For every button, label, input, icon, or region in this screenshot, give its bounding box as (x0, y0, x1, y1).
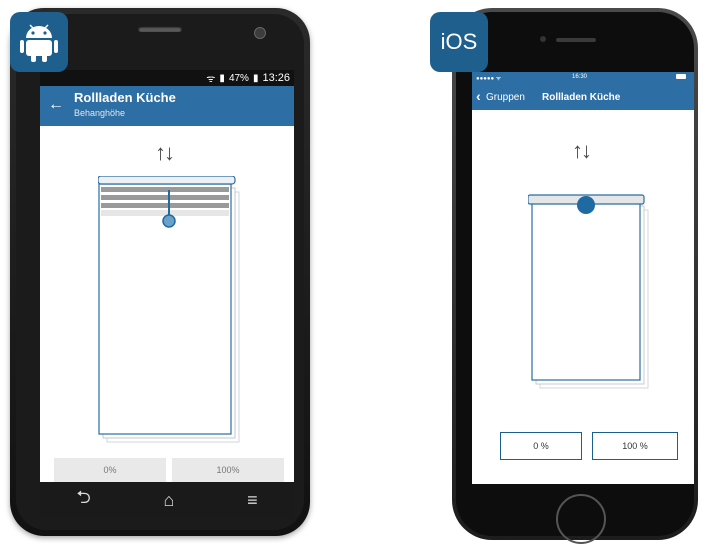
home-icon[interactable]: ⌂ (164, 490, 175, 511)
menu-icon[interactable]: ≡ (247, 490, 258, 511)
signal-icon: ▮ (219, 72, 225, 84)
zero-percent-button[interactable]: 0% (54, 458, 166, 482)
hundred-percent-button[interactable]: 100% (172, 458, 284, 482)
up-down-arrows-icon: ↑↓ (572, 138, 592, 163)
android-speaker (138, 26, 182, 32)
status-time: 13:26 (262, 72, 290, 84)
battery-percent: 47% (228, 72, 249, 84)
status-time: 16:30 (572, 74, 588, 80)
android-badge (10, 12, 68, 72)
shutter-slat (101, 210, 229, 216)
battery-icon: ▮ (252, 72, 259, 84)
page-title: Rollladen Küche (74, 90, 176, 105)
shutter-widget[interactable] (528, 192, 654, 390)
iphone-home-button[interactable] (556, 494, 606, 544)
shutter-slat (101, 195, 229, 200)
zero-percent-button[interactable]: 0 % (500, 432, 582, 460)
shutter-widget[interactable] (98, 176, 244, 446)
hundred-percent-button[interactable]: 100 % (592, 432, 678, 460)
shutter-slat (101, 203, 229, 208)
page-title: Rollladen Küche (542, 92, 621, 103)
android-status-bar: ᯤ ▮ 47% ▮ 13:26 (40, 70, 294, 86)
shutter-slat (101, 187, 229, 192)
ios-badge: iOS (430, 12, 488, 72)
page-subtitle: Behanghöhe (74, 108, 126, 118)
shutter-knob (162, 214, 176, 228)
ios-nav-bar: ‹ Gruppen Rollladen Küche (472, 84, 694, 110)
iphone-camera (540, 36, 546, 42)
up-down-arrows-icon: ↑↓ (155, 140, 175, 165)
back-arrow-icon[interactable]: ← (48, 96, 64, 114)
android-nav-bar: ⮌ ⌂ ≡ (40, 482, 294, 518)
wifi-icon: ᯤ (206, 74, 216, 85)
shutter-knob (577, 196, 595, 214)
ios-status-bar: ●●●●● ᯤ 16:30 (472, 72, 694, 84)
android-screen: ᯤ ▮ 47% ▮ 13:26 ← Rollladen Küche Behang… (40, 70, 294, 518)
ios-screen: ●●●●● ᯤ 16:30 ‹ Gruppen Rollladen Küche … (472, 72, 694, 484)
iphone-speaker (556, 38, 596, 42)
back-button-gruppen[interactable]: Gruppen (486, 92, 525, 103)
battery-icon (676, 74, 686, 79)
android-robot-icon (20, 24, 58, 62)
back-icon[interactable]: ⮌ (76, 485, 90, 515)
carrier-signal: ●●●●● ᯤ (476, 76, 502, 82)
chevron-left-icon[interactable]: ‹ (476, 88, 481, 104)
android-app-bar: ← Rollladen Küche Behanghöhe (40, 86, 294, 126)
android-camera (254, 27, 266, 39)
